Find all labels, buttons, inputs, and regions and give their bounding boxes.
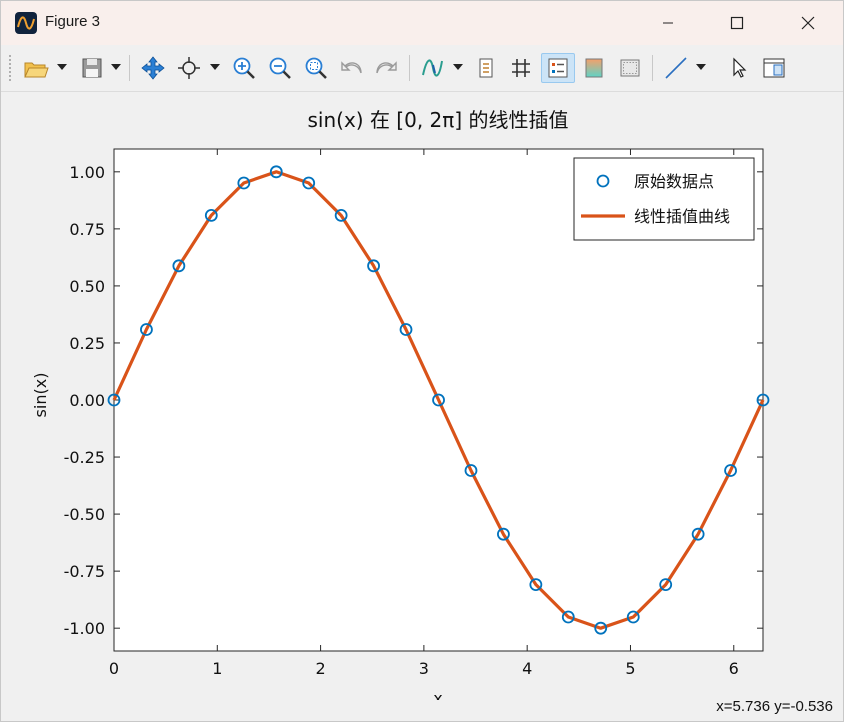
close-icon (801, 16, 815, 30)
property-inspector-button[interactable] (759, 53, 789, 83)
zoom-in-icon (233, 57, 255, 79)
save-icon (82, 58, 102, 78)
data-cursor-icon (178, 57, 200, 79)
y-tick-label: 0.25 (69, 334, 105, 353)
save-dropdown[interactable] (111, 64, 121, 70)
redo-button[interactable] (371, 53, 401, 83)
colorbar-icon (479, 58, 493, 78)
border-icon (620, 59, 640, 77)
maximize-button[interactable] (714, 1, 760, 45)
matlab-figure-icon (15, 12, 37, 34)
undo-icon (341, 61, 362, 74)
x-tick-label: 6 (729, 659, 739, 678)
chart-canvas[interactable]: sin(x) 在 [0, 2π] 的线性插值 x sin(x) 0 1 2 3 4 5 6 -… (1, 92, 843, 708)
grid-icon (512, 59, 530, 77)
property-inspector-icon (763, 58, 785, 78)
x-tick-label: 5 (625, 659, 635, 678)
chart-title: sin(x) 在 [0, 2π] 的线性插值 (308, 108, 569, 132)
zoom-in-button[interactable] (229, 53, 259, 83)
open-dropdown[interactable] (57, 64, 67, 70)
open-icon (24, 62, 49, 78)
open-button[interactable] (21, 53, 51, 83)
brush-button[interactable] (417, 53, 447, 83)
minimize-icon (663, 22, 673, 24)
legend-toggle-icon (548, 58, 568, 78)
x-tick-label: 4 (522, 659, 532, 678)
grid-button[interactable] (506, 53, 536, 83)
border-button[interactable] (615, 53, 645, 83)
y-tick-label: 0.75 (69, 220, 105, 239)
select-button[interactable] (725, 53, 753, 83)
legend-label-scatter: 原始数据点 (634, 172, 714, 191)
undo-button[interactable] (337, 53, 367, 83)
close-button[interactable] (785, 1, 831, 45)
x-tick-label: 2 (315, 659, 325, 678)
x-tick-label: 0 (109, 659, 119, 678)
figure-window: Figure 3 sin(x) 在 [0, 2π] 的线性插值 x sin(x)… (0, 0, 844, 722)
x-tick-label: 1 (212, 659, 222, 678)
legend-box (573, 157, 755, 241)
plot-area: sin(x) 在 [0, 2π] 的线性插值 x sin(x) 0 1 2 3 4 5 6 -… (1, 92, 843, 708)
toolbar-separator (409, 55, 410, 81)
zoom-out-icon (269, 57, 291, 79)
coordinate-readout: x=5.736 y=-0.536 (716, 698, 833, 715)
colormap-icon (585, 58, 603, 78)
y-tick-label: 0.00 (69, 391, 105, 410)
y-axis-label: sin(x) (31, 373, 50, 418)
legend-label-line: 线性插值曲线 (634, 207, 730, 226)
legend[interactable]: 原始数据点线性插值曲线 (573, 157, 755, 241)
maximize-icon (730, 16, 744, 30)
y-tick-label: -0.75 (64, 562, 105, 581)
y-tick-label: -1.00 (64, 619, 105, 638)
redo-icon (376, 61, 397, 74)
data-cursor-button[interactable] (173, 53, 205, 83)
x-axis-label: x (433, 689, 442, 700)
y-tick-label: 0.50 (69, 277, 105, 296)
zoom-out-button[interactable] (265, 53, 295, 83)
y-tick-label: -0.50 (64, 505, 105, 524)
zoom-fit-icon (305, 57, 327, 79)
x-tick-label: 3 (419, 659, 429, 678)
line-style-button[interactable] (661, 53, 691, 83)
toolbar-separator (652, 55, 653, 81)
minimize-button[interactable] (645, 1, 691, 45)
colormap-button[interactable] (579, 53, 609, 83)
window-title: Figure 3 (45, 13, 101, 30)
insert-colorbar-button[interactable] (471, 53, 501, 83)
line-style-dropdown[interactable] (696, 64, 706, 70)
data-cursor-dropdown[interactable] (210, 64, 220, 70)
toolbar-separator (129, 55, 130, 81)
pan-button[interactable] (138, 53, 168, 83)
figure-toolbar (1, 45, 843, 92)
y-tick-label: -0.25 (64, 448, 105, 467)
pan-icon (141, 56, 165, 80)
select-icon (733, 57, 747, 78)
title-bar: Figure 3 (1, 1, 843, 45)
line-style-icon (665, 57, 687, 79)
brush-data-icon (422, 59, 443, 77)
toolbar-grip (9, 55, 14, 81)
brush-dropdown[interactable] (453, 64, 463, 70)
zoom-fit-button[interactable] (301, 53, 331, 83)
legend-toggle-button[interactable] (541, 53, 575, 83)
save-button[interactable] (77, 53, 107, 83)
y-tick-label: 1.00 (69, 163, 105, 182)
